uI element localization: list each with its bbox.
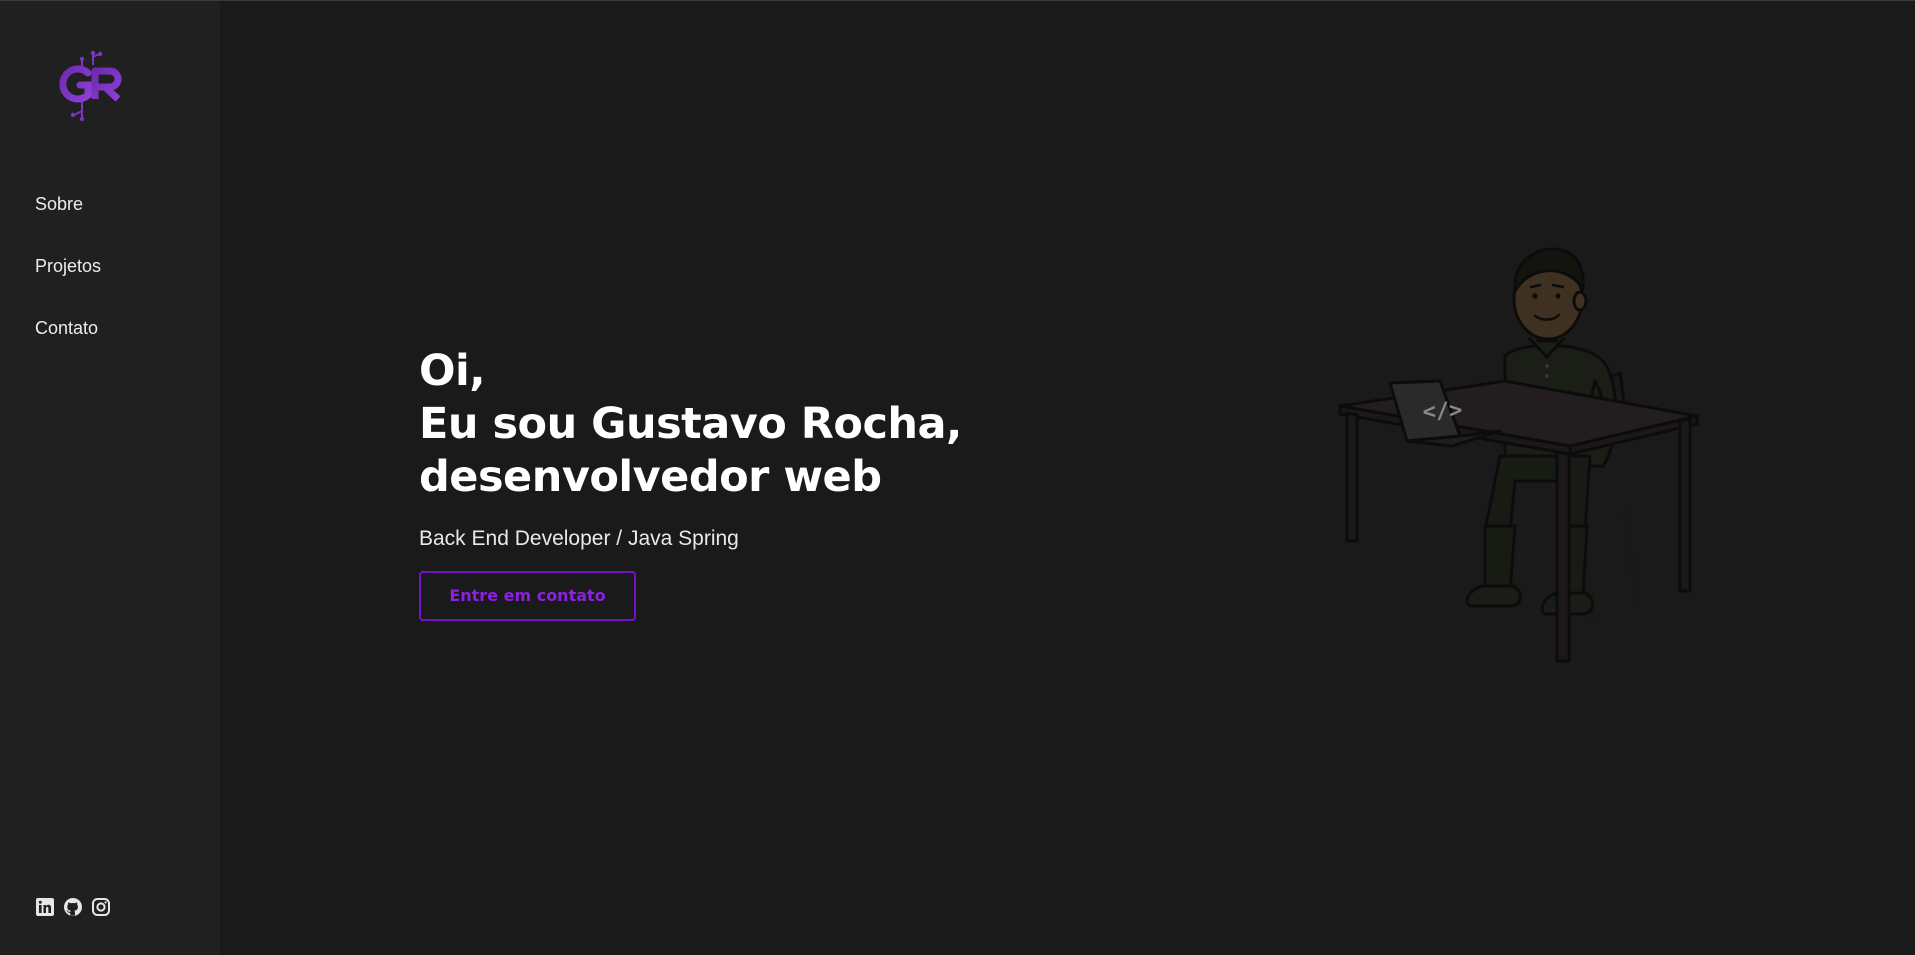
laptop-code-symbol: </> <box>1422 398 1463 425</box>
linkedin-icon[interactable] <box>35 897 55 917</box>
sidebar: GR Sobre Projetos Contato <box>0 1 220 955</box>
hero-subtitle: Back End Developer / Java Spring <box>419 527 739 550</box>
instagram-icon[interactable] <box>91 897 111 917</box>
developer-at-desk-illustration: </> <box>1338 247 1699 663</box>
github-icon[interactable] <box>63 897 83 917</box>
sidebar-nav: Sobre Projetos Contato <box>35 189 101 375</box>
nav-item-contato[interactable]: Contato <box>35 313 101 375</box>
gr-logo-icon[interactable]: GR <box>58 51 128 123</box>
hero-section: Oi, Eu sou Gustavo Rocha, desenvolvedor … <box>419 345 1179 621</box>
nav-item-sobre[interactable]: Sobre <box>35 189 101 251</box>
hero-heading: Oi, Eu sou Gustavo Rocha, desenvolvedor … <box>419 345 1179 504</box>
page: GR Sobre Projetos Contato Oi, Eu sou Gus… <box>0 0 1915 955</box>
contact-button[interactable]: Entre em contato <box>419 571 636 621</box>
svg-text:GR: GR <box>58 51 60 52</box>
nav-item-projetos[interactable]: Projetos <box>35 251 101 313</box>
hero-role: desenvolvedor web <box>419 452 882 502</box>
hero-intro: Eu sou Gustavo Rocha, <box>419 399 962 449</box>
hero-greeting: Oi, <box>419 346 486 396</box>
social-links <box>35 897 111 917</box>
